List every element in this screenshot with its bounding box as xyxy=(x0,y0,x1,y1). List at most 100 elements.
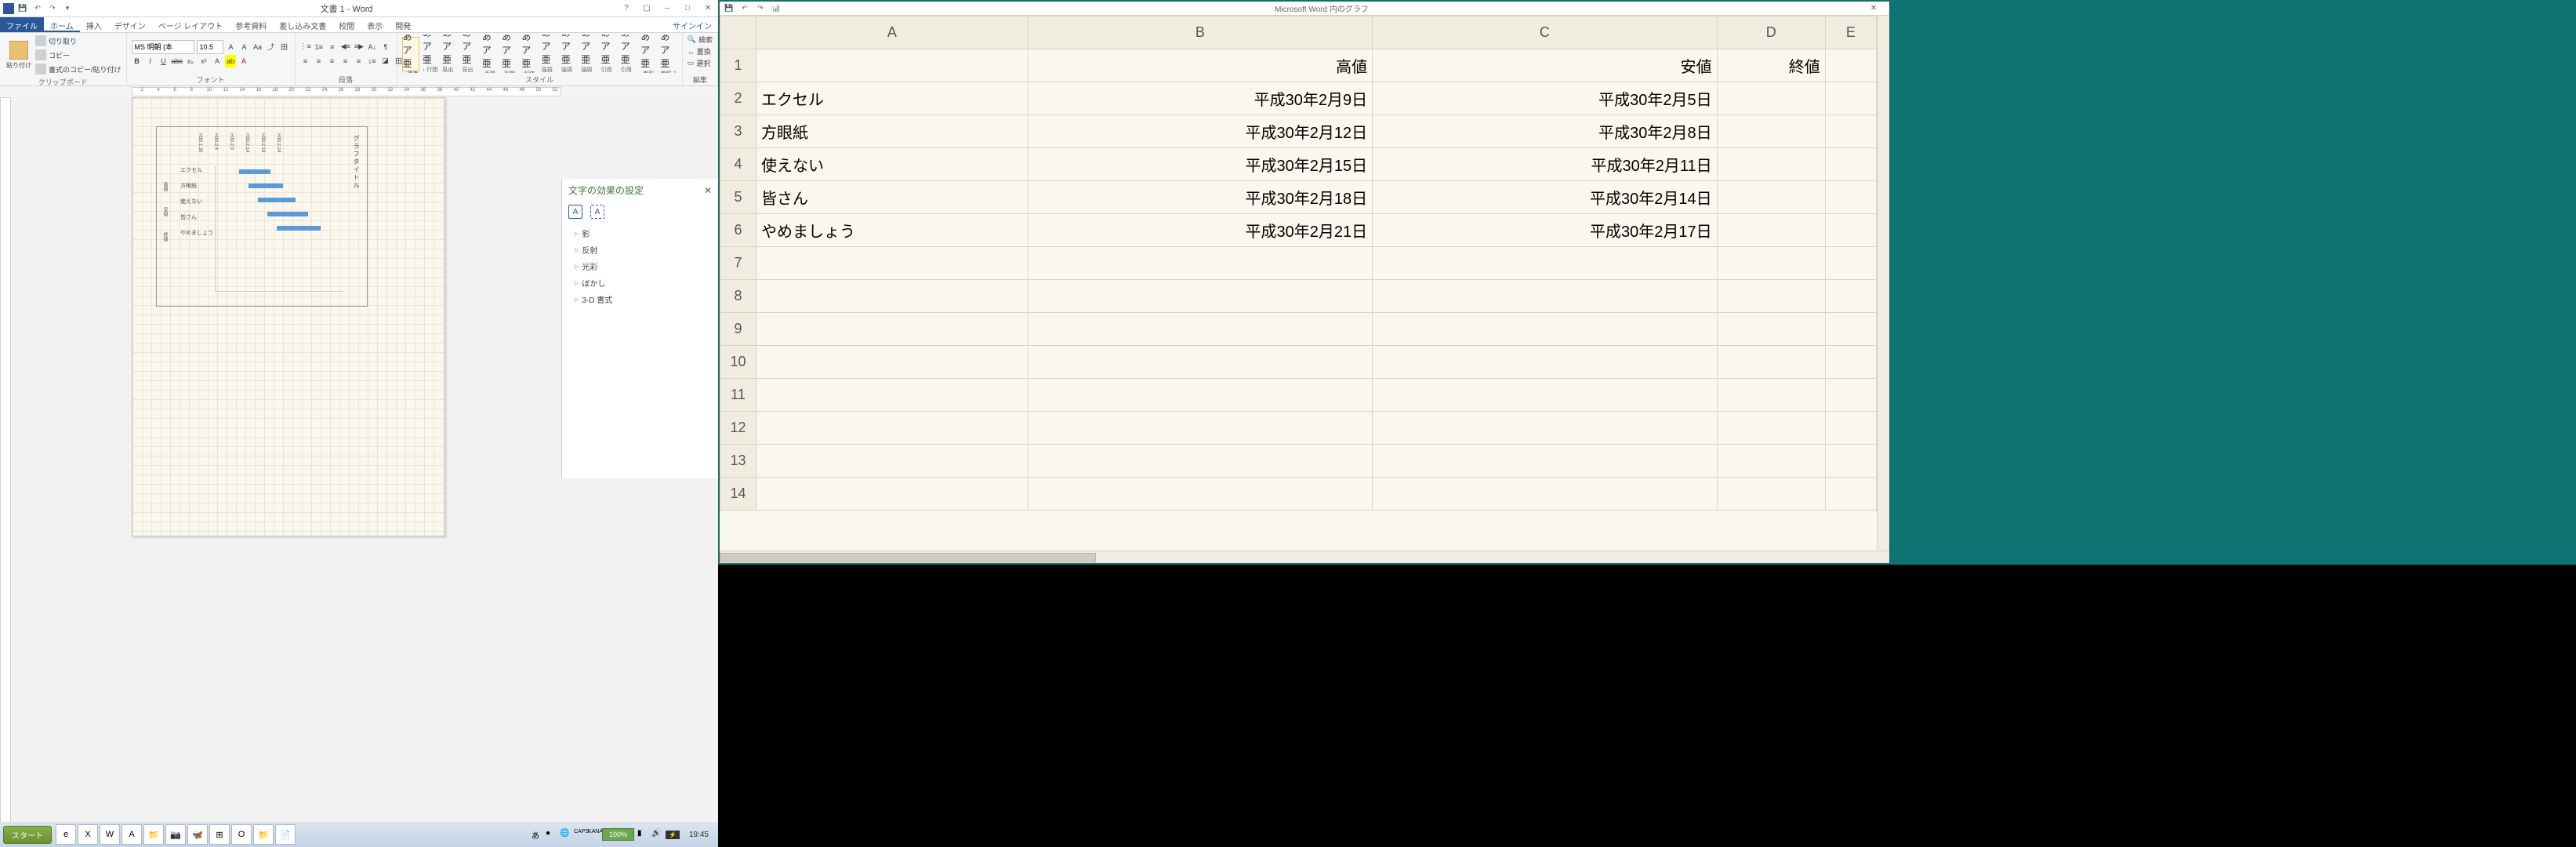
redo-button[interactable]: ↷ xyxy=(46,2,59,15)
tab-home[interactable]: ホーム xyxy=(44,17,80,32)
sort-button[interactable]: A↓ xyxy=(367,41,378,53)
cell[interactable] xyxy=(1717,148,1825,181)
align-left-button[interactable]: ≡ xyxy=(300,55,311,67)
cell[interactable] xyxy=(1028,412,1373,445)
cell[interactable] xyxy=(1825,82,1876,115)
cell[interactable] xyxy=(1373,412,1718,445)
style-item[interactable]: あア亜表題 xyxy=(481,37,499,71)
cell[interactable] xyxy=(1373,280,1718,313)
cell[interactable]: 高値 xyxy=(1028,49,1373,82)
column-header[interactable]: A xyxy=(756,16,1029,49)
tab-file[interactable]: ファイル xyxy=(0,17,44,32)
cell[interactable]: 平成30年2月12日 xyxy=(1028,115,1373,148)
superscript-button[interactable]: x² xyxy=(198,55,209,67)
style-item[interactable]: あア亜斜体 xyxy=(521,37,538,71)
cell[interactable] xyxy=(1028,445,1373,478)
xl-redo-button[interactable]: ↷ xyxy=(754,3,767,14)
cell[interactable]: 終値 xyxy=(1717,49,1825,82)
tab-review[interactable]: 校閲 xyxy=(332,17,361,32)
line-spacing-button[interactable]: ↕≡ xyxy=(367,55,378,67)
tab-insert[interactable]: 挿入 xyxy=(80,17,108,32)
multilevel-button[interactable]: ≡ xyxy=(327,41,338,53)
row-header[interactable]: 2 xyxy=(720,82,756,115)
increase-indent-button[interactable]: ≡▶ xyxy=(354,41,365,53)
tab-view[interactable]: 表示 xyxy=(361,17,389,32)
show-marks-button[interactable]: ¶ xyxy=(380,41,391,53)
vertical-scrollbar[interactable] xyxy=(1877,16,1889,551)
bullets-button[interactable]: ⋮≡ xyxy=(300,41,311,53)
style-item[interactable]: あア亜↓ 行間詰め xyxy=(422,37,439,71)
page[interactable]: グラフタイトル H30.1.30H30.2.4H30.2.9H30.2.14H3… xyxy=(132,97,445,536)
find-button[interactable]: 🔍 検索 xyxy=(688,35,713,45)
cell[interactable] xyxy=(1717,82,1825,115)
row-header[interactable]: 11 xyxy=(720,379,756,412)
cell[interactable]: 平成30年2月9日 xyxy=(1028,82,1373,115)
cell[interactable] xyxy=(1373,247,1718,280)
cell[interactable] xyxy=(1028,379,1373,412)
ime-percent[interactable]: 100% xyxy=(602,828,634,841)
row-header[interactable]: 4 xyxy=(720,148,756,181)
align-center-button[interactable]: ≡ xyxy=(314,55,325,67)
row-header[interactable]: 8 xyxy=(720,280,756,313)
cell[interactable]: 使えない xyxy=(756,148,1029,181)
select-button[interactable]: ▭ 選択 xyxy=(688,58,711,68)
battery-icon[interactable]: ⚡ xyxy=(666,831,680,839)
taskbar-app[interactable]: X xyxy=(78,824,98,845)
cell[interactable]: 平成30年2月15日 xyxy=(1028,148,1373,181)
style-item[interactable]: あア亜引用文 2 xyxy=(620,37,637,71)
cell[interactable] xyxy=(1717,313,1825,346)
cell[interactable] xyxy=(1717,181,1825,214)
row-header[interactable]: 12 xyxy=(720,412,756,445)
horizontal-scrollbar[interactable] xyxy=(720,551,1889,563)
cell[interactable] xyxy=(1825,412,1876,445)
row-header[interactable]: 7 xyxy=(720,247,756,280)
cell[interactable] xyxy=(1825,181,1876,214)
cell[interactable] xyxy=(1373,478,1718,511)
cell[interactable] xyxy=(1028,280,1373,313)
cell[interactable]: 平成30年2月21日 xyxy=(1028,214,1373,247)
underline-button[interactable]: U xyxy=(158,55,169,67)
ime-mode-icon[interactable]: あ xyxy=(532,829,542,840)
decrease-indent-button[interactable]: ◀≡ xyxy=(340,41,351,53)
distributed-button[interactable]: ≡ xyxy=(354,55,365,67)
style-item[interactable]: あア亜参照 2 xyxy=(659,37,677,71)
style-item[interactable]: あア亜強調斜体 xyxy=(541,37,558,71)
style-item[interactable]: あア亜引用文 xyxy=(600,37,617,71)
taskpane-item[interactable]: ▷ 3-D 書式 xyxy=(570,291,710,307)
row-header[interactable]: 13 xyxy=(720,445,756,478)
change-case-button[interactable]: Aa xyxy=(252,41,263,53)
strike-button[interactable]: abc xyxy=(172,55,183,67)
cell[interactable] xyxy=(756,445,1029,478)
style-item[interactable]: あア亜見出し 1 xyxy=(441,37,459,71)
start-button[interactable]: スタート xyxy=(3,826,52,844)
cell[interactable] xyxy=(1717,478,1825,511)
cell[interactable] xyxy=(1825,214,1876,247)
cell[interactable] xyxy=(756,478,1029,511)
justify-button[interactable]: ≡ xyxy=(340,55,351,67)
network-icon[interactable]: 🌐 xyxy=(560,829,571,840)
cell[interactable] xyxy=(1717,115,1825,148)
copy-button[interactable]: コピー xyxy=(35,49,122,61)
text-fill-outline-tab[interactable]: A xyxy=(568,205,582,219)
row-header[interactable]: 6 xyxy=(720,214,756,247)
cell[interactable]: 平成30年2月17日 xyxy=(1373,214,1718,247)
clock[interactable]: 19:45 xyxy=(683,831,715,839)
taskpane-item[interactable]: ▷ 影 xyxy=(570,225,710,242)
ime-status-icon[interactable]: ● xyxy=(546,829,557,840)
phonetic-button[interactable]: ⤴ xyxy=(266,41,277,53)
horizontal-ruler[interactable]: 2468101214161820222426283032343638404244… xyxy=(0,86,718,97)
tab-layout[interactable]: ページ レイアウト xyxy=(152,17,230,32)
cell[interactable]: 平成30年2月5日 xyxy=(1373,82,1718,115)
cell[interactable] xyxy=(756,379,1029,412)
styles-gallery[interactable]: あア亜↓ 標準あア亜↓ 行間詰めあア亜見出し 1あア亜見出し 2あア亜表題あア亜… xyxy=(402,35,677,73)
grow-font-button[interactable]: A xyxy=(226,41,237,53)
cell[interactable]: やめましょう xyxy=(756,214,1029,247)
column-header[interactable]: B xyxy=(1028,16,1373,49)
minimize-button[interactable]: – xyxy=(657,1,677,16)
taskpane-close-button[interactable]: ✕ xyxy=(704,185,712,196)
tab-mailings[interactable]: 差し込み文書 xyxy=(273,17,332,32)
taskbar-app[interactable]: 📷 xyxy=(165,824,186,845)
taskbar-app[interactable]: 📁 xyxy=(143,824,164,845)
cell[interactable] xyxy=(1373,379,1718,412)
cell[interactable] xyxy=(1028,313,1373,346)
